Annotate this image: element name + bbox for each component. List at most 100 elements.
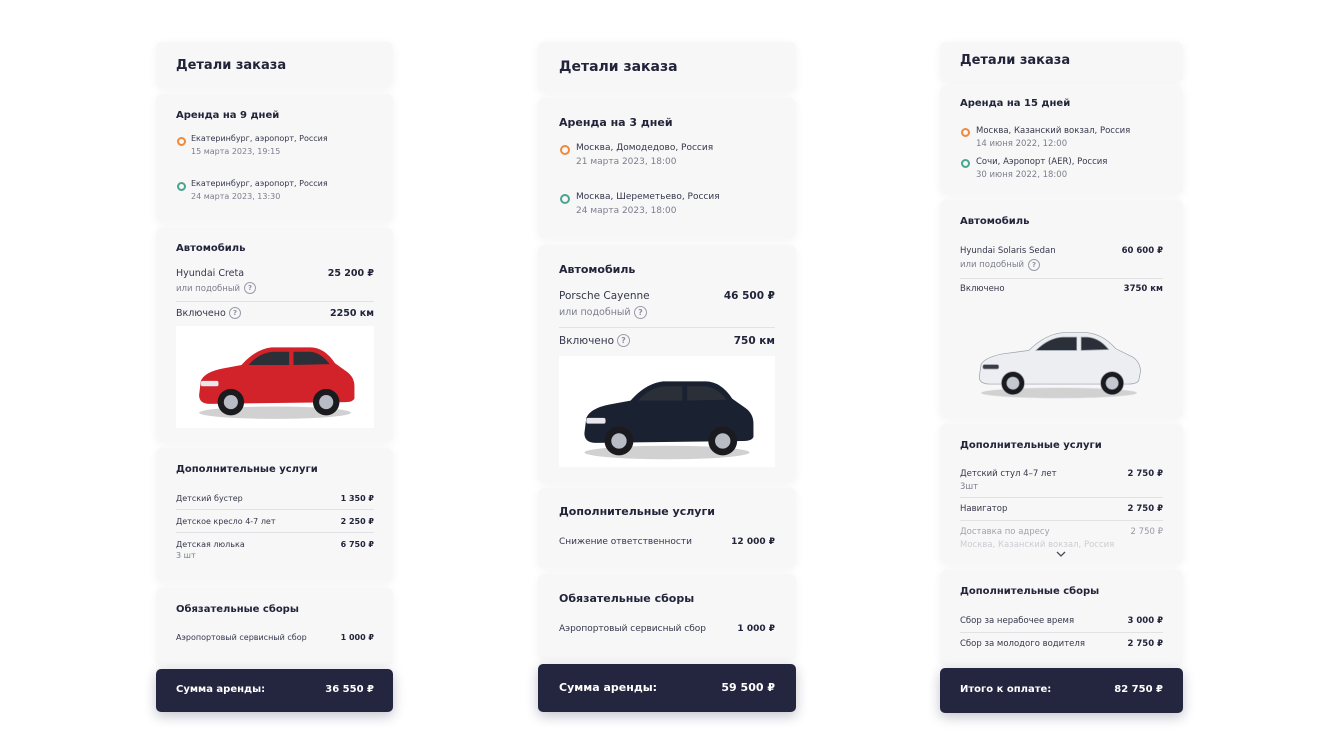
divider: [176, 301, 374, 302]
circle-orange-icon: [177, 137, 186, 146]
fee-name: Аэропортовый сервисный сбор: [559, 624, 707, 634]
fee-price: 2 750 ₽: [1127, 639, 1164, 649]
car-heading: Автомобиль: [559, 263, 636, 276]
car-image: [559, 356, 775, 467]
order-details-panel-3: Детали заказа Аренда на 15 дней Москва, …: [940, 42, 1183, 714]
order-title: Детали заказа: [559, 59, 678, 75]
fees-card: Обязательные сборы Аэропортовый сервисны…: [156, 588, 393, 666]
extra-price: 1 350 ₽: [340, 494, 374, 503]
total-label: Итого к оплате:: [960, 684, 1052, 695]
divider: [960, 632, 1163, 633]
pickup-location: Екатеринбург, аэропорт, Россия: [191, 134, 328, 143]
pickup-date: 21 марта 2023, 18:00: [576, 157, 677, 167]
total-bar: Сумма аренды: 59 500 ₽: [538, 664, 796, 712]
extra-name: Снижение ответственности: [559, 537, 692, 547]
extras-card: Дополнительные услуги Детский стул 4–7 л…: [940, 424, 1183, 564]
car-alt: или подобный: [176, 284, 241, 294]
return-date: 30 июня 2022, 18:00: [976, 170, 1068, 180]
total-bar: Итого к оплате: 82 750 ₽: [940, 668, 1183, 713]
total-value: 59 500 ₽: [721, 681, 775, 694]
circle-green-icon: [560, 194, 570, 204]
extra-name: Детское кресло 4-7 лет: [176, 517, 276, 526]
extras-card: Дополнительные услуги Детский бустер 1 3…: [156, 448, 393, 582]
extra-price: 2 750 ₽: [1127, 469, 1164, 479]
total-label: Сумма аренды:: [559, 681, 658, 694]
divider: [960, 278, 1163, 279]
pickup-location: Москва, Домодедово, Россия: [576, 143, 714, 153]
extra-name: Детская люлька: [176, 540, 245, 549]
rental-duration: Аренда на 9 дней: [176, 110, 280, 121]
circle-green-icon: [177, 182, 186, 191]
chevron-down-icon[interactable]: [1056, 551, 1066, 557]
circle-green-icon: [961, 159, 970, 168]
rental-card: Аренда на 9 дней Екатеринбург, аэропорт,…: [156, 94, 393, 222]
total-bar: Сумма аренды: 36 550 ₽: [156, 669, 393, 712]
extra-price: 6 750 ₽: [340, 540, 374, 549]
total-label: Сумма аренды:: [176, 684, 266, 695]
question-circle-icon[interactable]: ?: [634, 306, 647, 319]
car-heading: Автомобиль: [176, 243, 246, 254]
car-alt: или подобный: [559, 307, 631, 318]
extra-name: Детский стул 4–7 лет: [960, 469, 1057, 479]
question-circle-icon[interactable]: ?: [229, 307, 241, 319]
extra-name: Доставка по адресу: [960, 527, 1050, 537]
car-price: 60 600 ₽: [1121, 246, 1163, 256]
extras-heading: Дополнительные услуги: [559, 505, 715, 518]
return-location: Сочи, Аэропорт (AER), Россия: [976, 157, 1108, 167]
order-header-card: Детали заказа: [538, 42, 796, 92]
order-title: Детали заказа: [176, 58, 287, 73]
rental-duration: Аренда на 3 дней: [559, 116, 673, 129]
question-circle-icon[interactable]: ?: [617, 334, 630, 347]
divider: [960, 520, 1163, 521]
car-card: Автомобиль Hyundai Solaris Sedan 60 600 …: [940, 200, 1183, 418]
fees-card: Дополнительные сборы Сбор за нерабочее в…: [940, 570, 1183, 666]
extras-heading: Дополнительные услуги: [176, 464, 318, 475]
car-name: Hyundai Solaris Sedan: [960, 246, 1056, 256]
rental-duration: Аренда на 15 дней: [960, 98, 1071, 109]
fees-heading: Обязательные сборы: [176, 604, 299, 615]
included-value: 2250 км: [330, 308, 374, 319]
question-circle-icon[interactable]: ?: [244, 282, 256, 294]
fee-name: Сбор за нерабочее время: [960, 616, 1075, 626]
included-label: Включено: [960, 284, 1005, 294]
fee-name: Сбор за молодого водителя: [960, 639, 1085, 649]
extra-price: 2 750 ₽: [1127, 504, 1164, 514]
extra-name: Навигатор: [960, 504, 1008, 514]
car-card: Автомобиль Hyundai Creta 25 200 ₽ или по…: [156, 228, 393, 442]
fees-heading: Обязательные сборы: [559, 592, 695, 605]
extra-name: Детский бустер: [176, 494, 243, 503]
fee-price: 1 000 ₽: [340, 633, 374, 642]
car-name: Hyundai Creta: [176, 268, 245, 279]
return-location: Екатеринбург, аэропорт, Россия: [191, 179, 328, 188]
fee-name: Аэропортовый сервисный сбор: [176, 633, 307, 642]
extra-price: 2 750 ₽: [1130, 527, 1163, 537]
order-header-card: Детали заказа: [156, 42, 393, 88]
order-header-card: Детали заказа: [940, 42, 1183, 82]
rental-card: Аренда на 3 дней Москва, Домодедово, Рос…: [538, 98, 796, 238]
included-value: 3750 км: [1123, 284, 1163, 294]
rental-card: Аренда на 15 дней Москва, Казанский вокз…: [940, 86, 1183, 194]
divider: [176, 509, 374, 510]
pickup-date: 14 июня 2022, 12:00: [976, 139, 1068, 149]
extra-price: 2 250 ₽: [340, 517, 374, 526]
return-date: 24 марта 2023, 18:00: [576, 206, 677, 216]
car-card: Автомобиль Porsche Cayenne 46 500 ₽ или …: [538, 245, 796, 482]
total-value: 36 550 ₽: [325, 684, 374, 695]
extra-sub: 3шт: [960, 482, 979, 492]
circle-orange-icon: [560, 145, 570, 155]
included-label: Включено: [176, 308, 226, 319]
question-circle-icon[interactable]: ?: [1028, 259, 1040, 271]
fee-price: 1 000 ₽: [737, 624, 775, 634]
total-value: 82 750 ₽: [1114, 684, 1163, 695]
extras-card: Дополнительные услуги Снижение ответстве…: [538, 488, 796, 568]
car-image: [964, 306, 1154, 404]
included-value: 750 км: [733, 335, 775, 347]
car-alt: или подобный: [960, 260, 1025, 270]
order-details-panel-2: Детали заказа Аренда на 3 дней Москва, Д…: [538, 42, 796, 714]
extra-price: 12 000 ₽: [731, 537, 775, 547]
pickup-location: Москва, Казанский вокзал, Россия: [976, 126, 1131, 136]
fees-heading: Дополнительные сборы: [960, 586, 1100, 597]
car-image: [176, 326, 374, 428]
return-date: 24 марта 2023, 13:30: [191, 192, 281, 201]
extras-heading: Дополнительные услуги: [960, 440, 1102, 451]
